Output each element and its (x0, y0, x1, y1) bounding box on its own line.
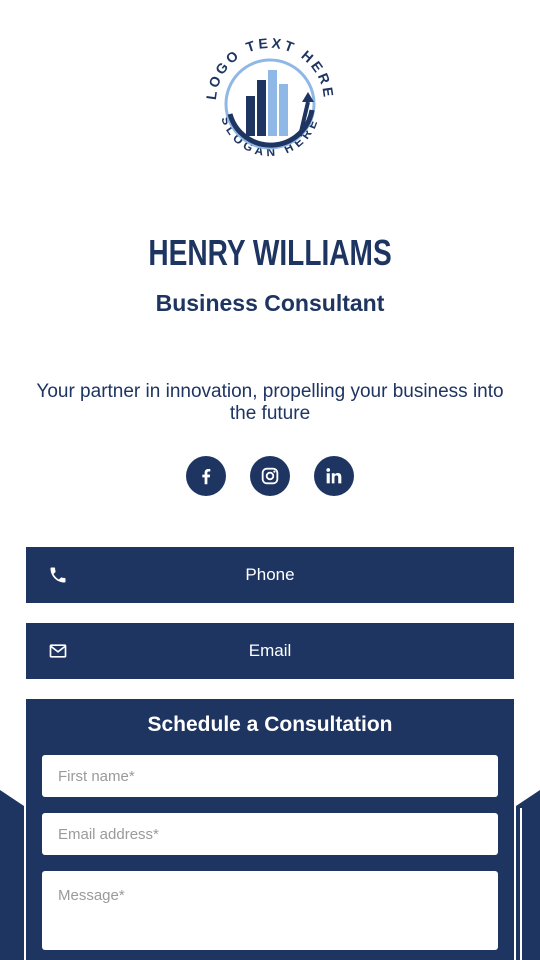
email-address-field[interactable] (42, 813, 498, 855)
linkedin-icon (326, 468, 342, 484)
phone-button[interactable]: Phone (26, 547, 514, 603)
profile-name: HENRY WILLIAMS (148, 232, 392, 273)
right-decorative-panel (516, 790, 540, 960)
left-decorative-panel (0, 790, 24, 960)
company-logo: LOGO TEXT HERE SLOGAN HERE (203, 36, 334, 159)
message-field[interactable] (42, 871, 498, 950)
email-label: Email (248, 641, 292, 660)
profile-tagline: Your partner in innovation, propelling y… (36, 381, 504, 424)
first-name-field[interactable] (42, 755, 498, 797)
form-title: Schedule a Consultation (147, 713, 393, 736)
instagram-link[interactable] (250, 456, 290, 496)
social-links (186, 456, 356, 498)
consultation-form: Schedule a Consultation (26, 699, 514, 960)
phone-label: Phone (245, 565, 295, 584)
mail-icon (49, 644, 67, 658)
instagram-icon (261, 467, 279, 485)
facebook-link[interactable] (186, 456, 226, 496)
profile-title: Business Consultant (155, 290, 385, 316)
facebook-icon (202, 468, 211, 485)
linkedin-link[interactable] (314, 456, 354, 496)
phone-icon (50, 567, 66, 583)
email-button[interactable]: Email (26, 623, 514, 679)
